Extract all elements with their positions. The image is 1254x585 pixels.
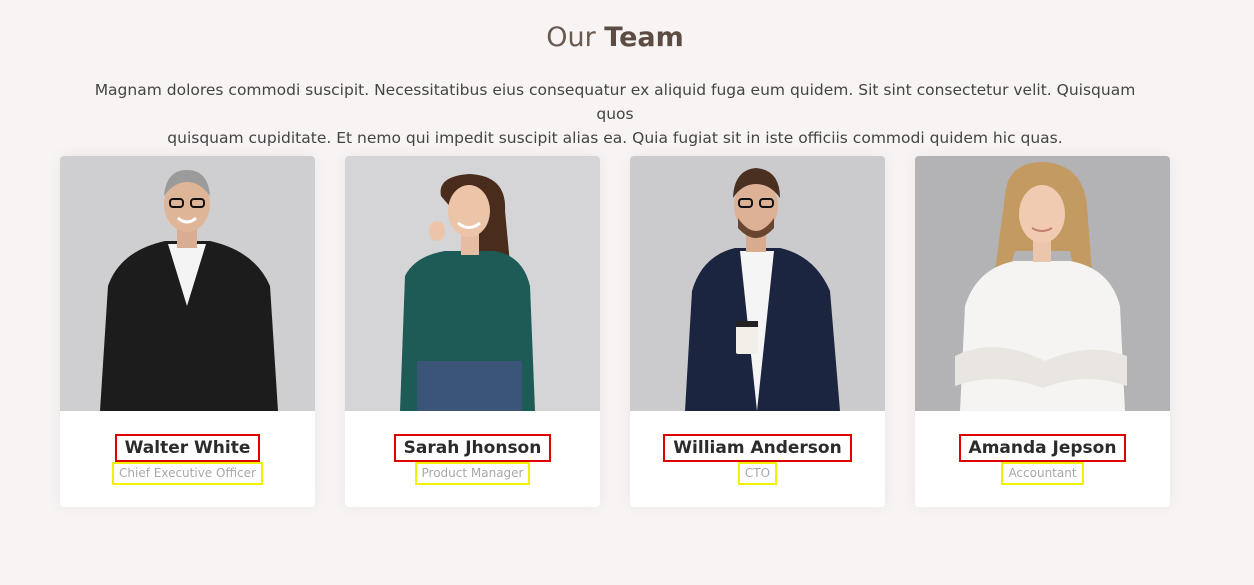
member-role: Accountant (1001, 462, 1084, 485)
team-section: Our Team Magnam dolores commodi suscipit… (0, 0, 1254, 585)
team-member-card: Amanda Jepson Accountant (915, 156, 1170, 507)
description-line-2: quisquam cupiditate. Et nemo qui impedit… (167, 129, 1063, 147)
team-member-card: William Anderson CTO (630, 156, 885, 507)
member-photo (60, 156, 315, 411)
section-description: Magnam dolores commodi suscipit. Necessi… (90, 78, 1140, 150)
member-role: CTO (737, 462, 778, 485)
member-role: Chief Executive Officer (112, 462, 263, 485)
member-name: William Anderson (663, 434, 852, 462)
team-cards: Walter White Chief Executive Officer Sar… (60, 156, 1170, 507)
member-name: Walter White (114, 434, 261, 462)
member-name: Amanda Jepson (958, 434, 1127, 462)
member-role: Product Manager (414, 462, 531, 485)
title-bold: Team (604, 22, 684, 53)
section-title: Our Team (0, 22, 1230, 53)
member-photo (630, 156, 885, 411)
member-photo (345, 156, 600, 411)
team-member-card: Sarah Jhonson Product Manager (345, 156, 600, 507)
title-light: Our (546, 22, 596, 53)
description-line-1: Magnam dolores commodi suscipit. Necessi… (94, 81, 1136, 123)
member-name: Sarah Jhonson (393, 434, 552, 462)
team-member-card: Walter White Chief Executive Officer (60, 156, 315, 507)
member-photo (915, 156, 1170, 411)
